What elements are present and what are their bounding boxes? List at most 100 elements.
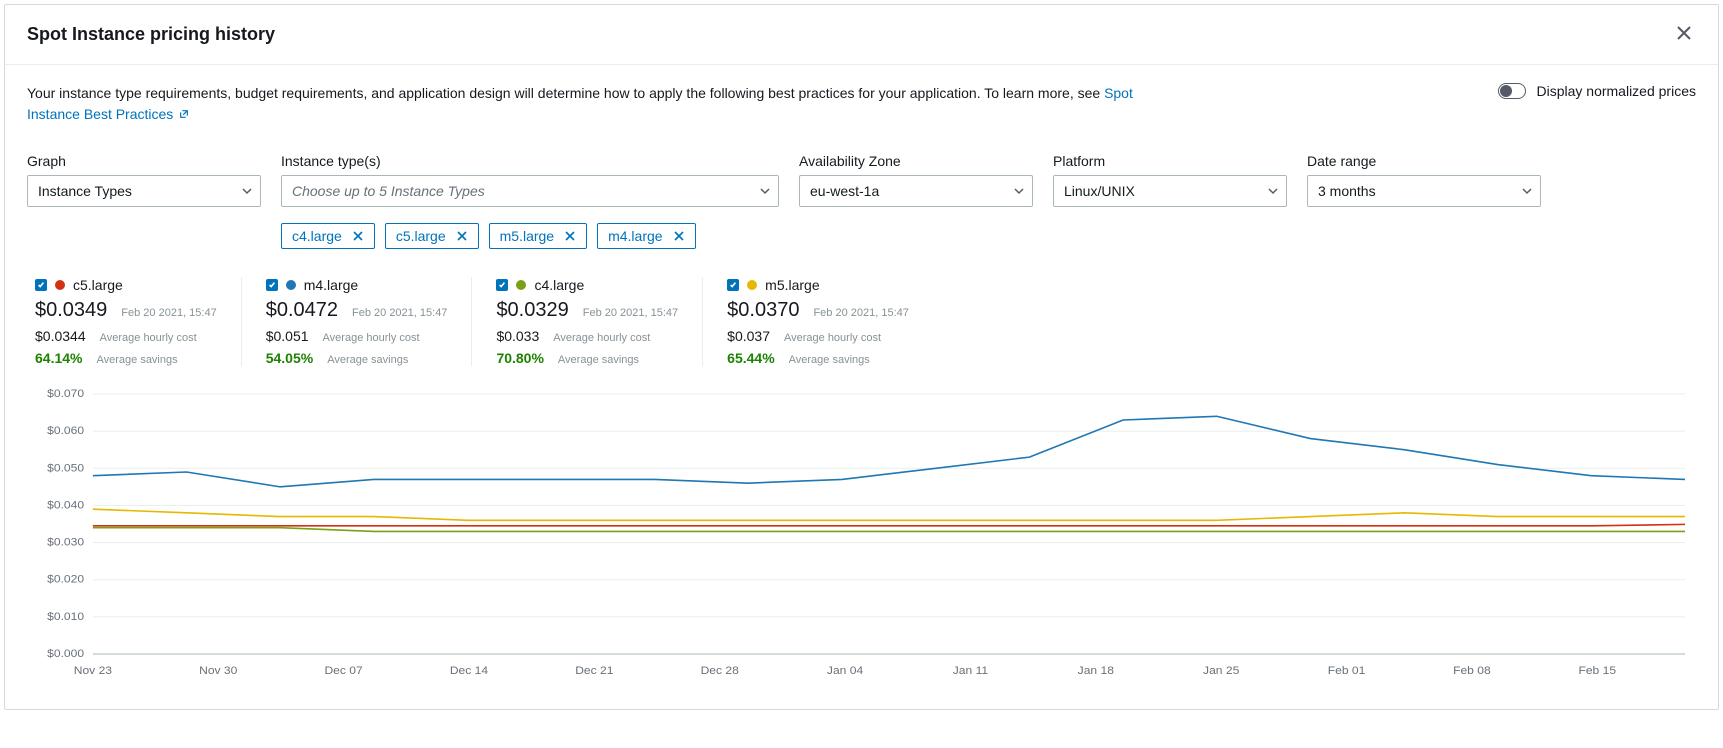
savings-percent: 64.14% [35,350,82,366]
series-line-m5-large [93,509,1685,520]
savings-percent: 65.44% [727,350,774,366]
avg-price: $0.051 [266,328,309,344]
az-select[interactable]: eu-west-1a [799,175,1033,207]
svg-text:$0.030: $0.030 [47,537,84,548]
intro-row: Your instance type requirements, budget … [27,83,1696,125]
price-timestamp: Feb 20 2021, 15:47 [813,307,908,319]
series-line-c5-large [93,524,1685,525]
chart-container: $0.000$0.010$0.020$0.030$0.040$0.050$0.0… [27,384,1696,687]
savings-percent: 54.05% [266,350,313,366]
series-name: m5.large [765,277,819,293]
external-link-icon [179,109,189,119]
intro-text: Your instance type requirements, budget … [27,83,1167,125]
series-color-dot [516,280,526,290]
chip-m5-large[interactable]: m5.large [489,223,587,249]
panel-body: Your instance type requirements, budget … [5,65,1718,709]
instance-types-select[interactable]: Choose up to 5 Instance Types [281,175,779,207]
chevron-down-icon [1014,186,1024,196]
svg-text:Dec 14: Dec 14 [450,665,489,676]
svg-text:Jan 04: Jan 04 [827,665,864,676]
chevron-down-icon [1268,186,1278,196]
chevron-down-icon [1522,186,1532,196]
normalized-prices-toggle-wrap: Display normalized prices [1498,83,1696,99]
svg-text:$0.060: $0.060 [47,426,84,437]
current-price: $0.0472 [266,299,338,322]
filter-label-graph: Graph [27,153,261,169]
summary-card-m4-large: m4.large $0.0472 Feb 20 2021, 15:47 $0.051 A… [242,277,473,366]
current-price: $0.0370 [727,299,799,322]
svg-text:Dec 21: Dec 21 [575,665,613,676]
savings-percent: 70.80% [496,350,543,366]
current-price: $0.0329 [496,299,568,322]
toggle-label: Display normalized prices [1536,83,1696,99]
avg-label: Average hourly cost [553,332,650,344]
chip-m4-large[interactable]: m4.large [597,223,695,249]
summary-card-c5-large: c5.large$0.0349Feb 20 2021, 15:47$0.0344… [27,277,242,366]
remove-chip-icon[interactable] [352,230,364,242]
series-checkbox[interactable] [266,279,278,291]
series-checkbox[interactable] [727,279,739,291]
filter-date-range: Date range 3 months [1307,153,1541,249]
filter-az: Availability Zone eu-west-1a [799,153,1033,249]
svg-text:$0.000: $0.000 [47,648,84,659]
graph-select[interactable]: Instance Types [27,175,261,207]
series-line-c4-large [93,528,1685,532]
price-timestamp: Feb 20 2021, 15:47 [583,307,678,319]
intro-text-span: Your instance type requirements, budget … [27,85,1104,101]
svg-text:Nov 30: Nov 30 [199,665,237,676]
avg-price: $0.033 [496,328,539,344]
summary-card-c4-large: c4.large $0.0329 Feb 20 2021, 15:47 $0.033 A… [472,277,703,366]
summary-cards: c5.large $0.0349 Feb 20 2021, 15:47 $0.0344… [27,277,1696,366]
svg-text:$0.050: $0.050 [47,463,84,474]
svg-text:Jan 18: Jan 18 [1078,665,1114,676]
date-range-select-value: 3 months [1318,183,1376,199]
series-color-dot [747,280,757,290]
normalized-prices-toggle[interactable] [1498,83,1526,99]
series-line-m4-large [93,416,1685,487]
svg-text:Feb 01: Feb 01 [1328,665,1366,676]
svg-text:$0.070: $0.070 [47,388,84,399]
date-range-select[interactable]: 3 months [1307,175,1541,207]
filter-label-instance-types: Instance type(s) [281,153,779,169]
avg-label: Average hourly cost [323,332,420,344]
close-icon [1676,25,1692,41]
svg-text:$0.040: $0.040 [47,500,84,511]
filter-platform: Platform Linux/UNIX [1053,153,1287,249]
series-name: m4.large [304,277,358,293]
filter-instance-types: Instance type(s) Choose up to 5 Instance… [281,153,779,249]
instance-types-placeholder: Choose up to 5 Instance Types [292,183,485,199]
series-name: c4.large [534,277,584,293]
chip-c4-large[interactable]: c4.large [281,223,375,249]
chip-label: c4.large [292,228,342,244]
chip-label: m4.large [608,228,662,244]
remove-chip-icon[interactable] [673,230,685,242]
close-button[interactable] [1672,21,1696,48]
filter-label-date-range: Date range [1307,153,1541,169]
avg-price: $0.037 [727,328,770,344]
remove-chip-icon[interactable] [456,230,468,242]
chip-c5-large[interactable]: c5.large [385,223,479,249]
series-name: c5.large [73,277,123,293]
avg-price: $0.0344 [35,328,86,344]
savings-label: Average savings [789,354,870,366]
svg-text:Jan 11: Jan 11 [953,665,988,676]
current-price: $0.0349 [35,299,107,322]
platform-select-value: Linux/UNIX [1064,183,1135,199]
svg-text:Dec 07: Dec 07 [324,665,362,676]
series-color-dot [286,280,296,290]
price-timestamp: Feb 20 2021, 15:47 [352,307,447,319]
series-checkbox[interactable] [35,279,47,291]
avg-label: Average hourly cost [100,332,197,344]
platform-select[interactable]: Linux/UNIX [1053,175,1287,207]
filters-row: Graph Instance Types Instance type(s) Ch… [27,153,1696,249]
svg-text:Feb 08: Feb 08 [1453,665,1491,676]
chip-label: c5.large [396,228,446,244]
instance-type-chips: c4.large c5.large m5.large m4.large [281,223,779,249]
az-select-value: eu-west-1a [810,183,879,199]
svg-text:Feb 15: Feb 15 [1578,665,1616,676]
series-checkbox[interactable] [496,279,508,291]
filter-label-az: Availability Zone [799,153,1033,169]
panel-header: Spot Instance pricing history [5,5,1718,65]
spot-pricing-panel: Spot Instance pricing history Your insta… [4,4,1719,710]
remove-chip-icon[interactable] [564,230,576,242]
